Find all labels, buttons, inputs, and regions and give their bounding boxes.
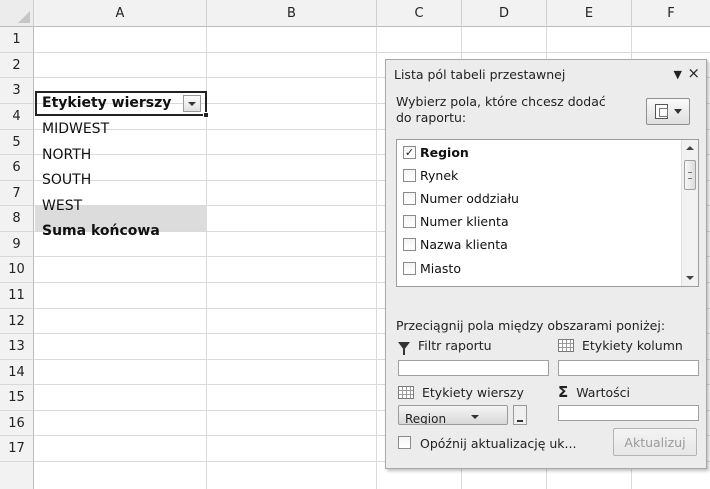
checkbox[interactable] (403, 238, 416, 251)
row-header-14[interactable]: 14 (0, 360, 34, 385)
values-label: Wartości (576, 384, 631, 400)
defer-update-checkbox[interactable] (398, 436, 411, 449)
column-labels-area-label: Etykiety kolumn (558, 338, 683, 353)
row-header-7[interactable]: 7 (0, 181, 34, 206)
scroll-thumb[interactable] (684, 160, 696, 190)
filter-funnel-icon (398, 341, 410, 355)
row-header-3[interactable]: 3 (0, 78, 34, 104)
pivot-row-item[interactable]: NORTH (42, 147, 91, 163)
close-icon[interactable]: × (687, 64, 700, 82)
values-drop-area[interactable] (558, 405, 699, 421)
fill-handle[interactable] (203, 112, 209, 118)
row-field-pill-label: Region (405, 412, 447, 425)
field-label: Numer oddziału (420, 191, 519, 206)
row-labels-icon (398, 386, 414, 399)
field-label: Rynek (420, 168, 459, 183)
update-button[interactable]: Aktualizuj (613, 428, 697, 456)
checkbox[interactable] (403, 215, 416, 228)
pivot-row-item[interactable]: MIDWEST (42, 121, 109, 137)
row-field-pill-region[interactable]: Region (398, 405, 508, 425)
row-header-10[interactable]: 10 (0, 257, 34, 283)
row-header-15[interactable]: 15 (0, 385, 34, 411)
field-item-rynek[interactable]: Rynek (403, 168, 458, 183)
column-header-a[interactable]: A (34, 0, 207, 27)
pane-title: Lista pól tabeli przestawnej (394, 67, 566, 82)
checkbox[interactable] (403, 192, 416, 205)
row-header-11[interactable]: 11 (0, 283, 34, 309)
checkbox-checked[interactable]: ✓ (403, 146, 416, 159)
sigma-icon: Σ (558, 383, 569, 401)
row-header-16[interactable]: 16 (0, 411, 34, 436)
field-list-layout-icon (654, 104, 668, 119)
row-header-5[interactable]: 5 (0, 130, 34, 155)
gridline (376, 27, 377, 489)
column-labels-icon (558, 339, 574, 352)
field-item-numer-klienta[interactable]: Numer klienta (403, 214, 509, 229)
row-header-2[interactable]: 2 (0, 53, 34, 78)
pivot-field-list-pane[interactable]: Lista pól tabeli przestawnej ▼ × Wybierz… (385, 59, 707, 469)
report-filter-label: Filtr raportu (418, 338, 492, 353)
column-header-f[interactable]: F (632, 0, 710, 27)
field-label: Region (420, 145, 469, 160)
field-item-nazwa-klienta[interactable]: Nazwa klienta (403, 237, 508, 252)
field-label: Numer klienta (420, 214, 509, 229)
report-filter-area-label: Filtr raportu (398, 338, 492, 355)
pane-menu-dropdown-icon[interactable]: ▼ (674, 68, 682, 81)
row-header-1[interactable]: 1 (0, 27, 34, 53)
column-header-b[interactable]: B (207, 0, 377, 27)
scroll-up-icon[interactable] (686, 146, 694, 150)
select-all-corner[interactable] (0, 0, 34, 27)
report-filter-drop-area[interactable] (398, 360, 549, 376)
column-header-d[interactable]: D (462, 0, 547, 27)
drag-fields-instruction: Przeciągnij pola między obszarami poniże… (396, 318, 666, 333)
chevron-down-icon (471, 415, 479, 419)
field-label: Miasto (420, 261, 461, 276)
column-header-c[interactable]: C (377, 0, 462, 27)
pivot-row-item[interactable]: SOUTH (42, 172, 91, 188)
field-item-region[interactable]: ✓ Region (403, 145, 469, 160)
checkbox[interactable] (403, 262, 416, 275)
column-labels-label: Etykiety kolumn (582, 338, 683, 353)
row-header-13[interactable]: 13 (0, 334, 34, 360)
gridline (34, 52, 710, 53)
row-header-12[interactable]: 12 (0, 309, 34, 334)
layout-options-button[interactable] (646, 98, 690, 125)
column-header-e[interactable]: E (547, 0, 632, 27)
defer-update-label: Opóźnij aktualizację uk... (420, 436, 577, 451)
values-area-label: Σ Wartości (558, 383, 630, 401)
row-header-9[interactable]: 9 (0, 232, 34, 257)
select-all-icon (18, 11, 30, 23)
pivot-row-item[interactable]: WEST (42, 198, 82, 214)
row-header-6[interactable]: 6 (0, 155, 34, 181)
choose-fields-instruction: Wybierz pola, które chcesz dodać do rapo… (396, 94, 636, 126)
row-labels-filter-button[interactable] (183, 95, 201, 112)
row-header-17[interactable]: 17 (0, 436, 34, 462)
row-labels-label: Etykiety wierszy (422, 385, 524, 400)
row-labels-area-label: Etykiety wierszy (398, 385, 524, 400)
row-labels-area-scrollbar[interactable] (513, 405, 527, 425)
pivot-grand-total[interactable]: Suma końcowa (42, 223, 160, 239)
row-header-4[interactable]: 4 (0, 104, 34, 130)
column-labels-drop-area[interactable] (558, 360, 699, 376)
row-header-18[interactable] (0, 462, 34, 489)
choose-text-line: do raportu: (396, 110, 467, 125)
scroll-down-icon[interactable] (686, 276, 694, 280)
choose-text-line: Wybierz pola, które chcesz dodać (396, 94, 606, 109)
chevron-down-icon (673, 109, 682, 114)
active-cell-outline (35, 91, 209, 118)
checkbox[interactable] (403, 169, 416, 182)
field-list[interactable]: ✓ Region Rynek Numer oddziału Numer klie… (396, 139, 699, 287)
field-list-scrollbar[interactable] (681, 140, 698, 286)
chevron-down-icon (188, 101, 196, 106)
row-header-8[interactable]: 8 (0, 206, 34, 232)
field-label: Nazwa klienta (420, 237, 508, 252)
field-item-numer-oddzialu[interactable]: Numer oddziału (403, 191, 519, 206)
field-item-miasto[interactable]: Miasto (403, 261, 461, 276)
